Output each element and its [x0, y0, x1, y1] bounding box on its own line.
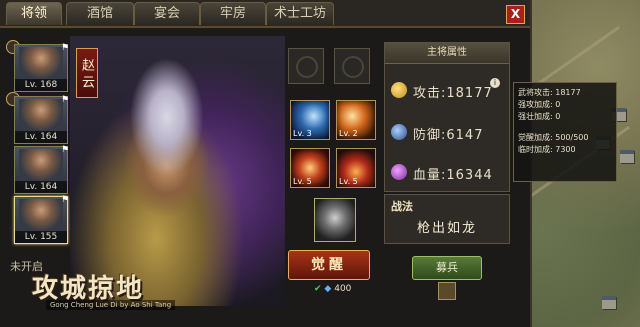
awaken-button[interactable]: 觉醒 [288, 250, 370, 280]
tactics-value: 枪出如龙 [416, 221, 477, 236]
tooltip-line: 临时加成: 7300 [518, 145, 576, 154]
attack-stat: 攻击:18177 [389, 79, 505, 103]
skill-icon[interactable]: Lv. 2 [336, 100, 376, 140]
check-icon: ✔ [314, 284, 322, 294]
skill-level: Lv. 2 [339, 129, 358, 138]
tooltip-line: 武将攻击: 18177 [518, 88, 581, 97]
empty-equip-slot[interactable] [334, 48, 370, 84]
recruit-button[interactable]: 募兵 [412, 256, 482, 280]
hero-portrait [19, 99, 63, 131]
skill-icon[interactable]: Lv. 5 [336, 148, 376, 188]
hp-icon [391, 164, 407, 180]
defense-stat: 防御:6147 [389, 121, 505, 145]
attack-value: 攻击:18177 [413, 86, 493, 101]
hero-level: Lv. 168 [15, 79, 67, 91]
awaken-cost: ✔ ◆ 400 [314, 284, 351, 294]
hero-portrait [19, 199, 63, 231]
skill-level: Lv. 5 [293, 177, 312, 186]
defense-value: 防御:6147 [413, 128, 484, 143]
info-icon[interactable]: i [490, 78, 500, 88]
skill-level: Lv. 3 [293, 129, 312, 138]
stats-panel-header: 主将属性 [385, 43, 509, 64]
skill-icon[interactable]: Lv. 3 [290, 100, 330, 140]
hero-level: Lv. 164 [15, 131, 67, 143]
hero-card[interactable]: Lv. 168 ⚑ [14, 43, 69, 92]
skill-level: Lv. 5 [339, 177, 358, 186]
tab-banquet[interactable]: 宴会 [134, 2, 200, 25]
tab-sorcerer-workshop[interactable]: 术士工坊 [266, 2, 334, 25]
empty-equip-slot[interactable] [288, 48, 324, 84]
tab-bar: 将领 酒馆 宴会 牢房 术士工坊 X [0, 0, 530, 28]
hp-stat: 血量:16344 [389, 161, 505, 185]
hero-portrait-large [70, 36, 285, 306]
tooltip-line: 强壮加成: 0 [518, 112, 561, 121]
map-building [602, 296, 616, 309]
hp-value: 血量:16344 [413, 168, 493, 183]
hero-level: Lv. 164 [15, 181, 67, 193]
game-logo-subtitle: Gong Cheng Lue Di by Ao Shi Tang [46, 300, 176, 310]
gem-icon: ◆ [324, 284, 332, 294]
troop-icon [438, 282, 456, 300]
tactics-panel: 战法 枪出如龙 [384, 194, 510, 244]
hero-card[interactable]: Lv. 164 ⚑ [14, 95, 69, 144]
shield-icon [391, 124, 407, 140]
stats-panel: 主将属性 攻击:18177 防御:6147 血量:16344 [384, 42, 510, 192]
hero-card[interactable]: Lv. 164 ⚑ [14, 145, 69, 194]
awaken-cost-value: 400 [334, 284, 352, 294]
attack-icon [391, 82, 407, 98]
tooltip-line: 强攻加成: 0 [518, 100, 561, 109]
armor-item-icon[interactable] [314, 198, 356, 242]
map-building [620, 150, 634, 163]
hero-list: Lv. 168 ⚑ Lv. 164 ⚑ Lv. 164 ⚑ Lv. 155 ⚑ [6, 36, 70, 286]
tactics-label: 战法 [391, 200, 413, 213]
tab-tavern[interactable]: 酒馆 [66, 2, 134, 25]
hero-portrait [19, 47, 63, 79]
hero-name-tag: 赵云 [76, 48, 98, 98]
tab-generals[interactable]: 将领 [6, 2, 62, 25]
attack-tooltip: 武将攻击: 18177 强攻加成: 0 强壮加成: 0 觉醒加成: 500/50… [513, 82, 617, 182]
skill-icon[interactable]: Lv. 5 [290, 148, 330, 188]
hero-level: Lv. 155 [15, 231, 67, 243]
general-window: 将领 酒馆 宴会 牢房 术士工坊 X Lv. 168 ⚑ Lv. 164 ⚑ L… [0, 0, 532, 327]
close-button[interactable]: X [506, 5, 525, 24]
hero-portrait [19, 149, 63, 181]
hero-card-selected[interactable]: Lv. 155 ⚑ [14, 195, 69, 244]
tab-prison[interactable]: 牢房 [200, 2, 266, 25]
tooltip-line: 觉醒加成: 500/500 [518, 133, 589, 142]
